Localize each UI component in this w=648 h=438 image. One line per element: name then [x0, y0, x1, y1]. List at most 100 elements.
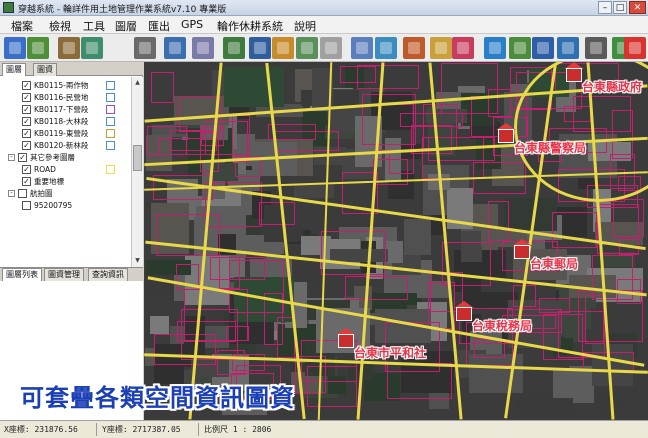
layer-checkbox[interactable]: ✓ [22, 141, 31, 150]
pan-icon[interactable] [320, 37, 342, 59]
person-icon[interactable] [484, 37, 506, 59]
tree-expander-icon[interactable]: - [8, 154, 15, 161]
layer-tree-item[interactable]: - ✓ 其它參考圖層 [0, 152, 131, 163]
layer-checkbox[interactable]: ✓ [22, 105, 31, 114]
building-icon [456, 307, 472, 321]
land-parcel[interactable] [387, 362, 452, 399]
box-icon[interactable] [58, 37, 80, 59]
land-parcel[interactable] [158, 138, 216, 155]
select-icon[interactable] [296, 37, 318, 59]
layer-tree-item[interactable]: 95200795 [0, 200, 131, 211]
scroll-down-icon[interactable]: ▼ [133, 256, 142, 265]
land-parcel[interactable] [229, 259, 284, 313]
layer-label: KB0118-大林段 [34, 117, 89, 126]
land-parcel[interactable] [307, 365, 357, 407]
land-parcel[interactable] [216, 350, 245, 376]
edit-icon[interactable] [430, 37, 452, 59]
menu-file[interactable]: 檔案 [11, 18, 33, 34]
close-button[interactable]: ✕ [629, 1, 646, 14]
layer-checkbox[interactable] [22, 201, 31, 210]
wand-icon[interactable] [403, 37, 425, 59]
network-icon[interactable] [192, 37, 214, 59]
info-icon[interactable] [557, 37, 579, 59]
layer-tree-item[interactable]: - 航拍圖 [0, 188, 131, 199]
tab-data-management[interactable]: 圖資管理 [44, 268, 84, 281]
layer-tree-item[interactable]: ✓ KB0119-東營段 [0, 128, 131, 139]
open-layer-icon[interactable] [4, 37, 26, 59]
tree-expander-icon[interactable]: - [8, 190, 15, 197]
maximize-button[interactable]: □ [613, 1, 627, 14]
layer-checkbox[interactable]: ✓ [22, 177, 31, 186]
tab-query-info[interactable]: 查詢資訊 [88, 268, 128, 281]
building-icon [566, 68, 582, 82]
aerial-tile [596, 395, 619, 410]
land-parcel[interactable] [474, 339, 506, 358]
layer-color-swatch[interactable] [106, 81, 115, 90]
menu-fallow-system[interactable]: 輪作休耕系統 [217, 18, 283, 34]
layer-panel-tabs: 圖層 圖資 [0, 62, 143, 76]
zoom-in-icon[interactable] [223, 37, 245, 59]
layer-color-swatch[interactable] [106, 93, 115, 102]
layer-checkbox[interactable]: ✓ [22, 117, 31, 126]
print-icon[interactable] [134, 37, 156, 59]
layer-tree-item[interactable]: ✓ KB0120-新林段 [0, 140, 131, 151]
chart-icon[interactable] [509, 37, 531, 59]
layer-color-swatch[interactable] [106, 129, 115, 138]
scroll-thumb[interactable] [133, 145, 142, 171]
scroll-up-icon[interactable]: ▲ [133, 78, 142, 87]
land-parcel[interactable] [577, 290, 643, 343]
tab-data[interactable]: 圖資 [33, 63, 57, 76]
green-area [224, 67, 284, 107]
zoom-rect-icon[interactable] [272, 37, 294, 59]
land-parcel[interactable] [488, 200, 510, 242]
land-parcel[interactable] [356, 65, 420, 89]
tab-layer-list[interactable]: 圖層列表 [2, 268, 42, 281]
land-parcel[interactable] [399, 112, 464, 127]
menu-gps[interactable]: GPS [181, 18, 203, 31]
land-parcel[interactable] [321, 230, 387, 276]
layer-checkbox[interactable]: ✓ [18, 153, 27, 162]
map-canvas[interactable]: 台東縣政府 台東縣警察局 台東郵局 台東稅務局 台東市平和社 [144, 62, 648, 420]
measure-icon[interactable] [375, 37, 397, 59]
toolbar [0, 34, 648, 62]
layer-tree-item[interactable]: ✓ KB0116-民營地 [0, 92, 131, 103]
menu-tools[interactable]: 工具 [83, 18, 105, 34]
menu-view[interactable]: 檢視 [49, 18, 71, 34]
layer-tree-item[interactable]: ✓ 重要地標 [0, 176, 131, 187]
tree-scrollbar[interactable]: ▲ ▼ [131, 77, 143, 267]
land-parcel[interactable] [177, 320, 236, 343]
table-icon[interactable] [532, 37, 554, 59]
map-icon[interactable] [27, 37, 49, 59]
identify-icon[interactable] [351, 37, 373, 59]
status-bar: X座標: 231876.56 Y座標: 2717387.05 比例尺 1 : 2… [0, 420, 648, 438]
layer-tree-item[interactable]: ✓ KB0118-大林段 [0, 116, 131, 127]
menu-layers[interactable]: 圖層 [115, 18, 137, 34]
layer-checkbox[interactable]: ✓ [22, 81, 31, 90]
layer-checkbox[interactable]: ✓ [22, 165, 31, 174]
layer-color-swatch[interactable] [106, 165, 115, 174]
zoom-out-icon[interactable] [249, 37, 271, 59]
layer-checkbox[interactable] [18, 189, 27, 198]
layer-tree-item[interactable]: ✓ ROAD [0, 164, 131, 175]
layer-color-swatch[interactable] [106, 117, 115, 126]
shp-icon[interactable] [585, 37, 607, 59]
grid-icon[interactable] [164, 37, 186, 59]
land-parcel[interactable] [538, 297, 570, 313]
exit-icon[interactable] [624, 37, 646, 59]
layer-color-swatch[interactable] [106, 141, 115, 150]
land-parcel[interactable] [150, 71, 175, 104]
layers-icon[interactable] [81, 37, 103, 59]
land-parcel[interactable] [232, 114, 251, 163]
layer-tree-item[interactable]: ✓ KB0115-兩作物 [0, 80, 131, 91]
layer-checkbox[interactable]: ✓ [22, 93, 31, 102]
menu-help[interactable]: 說明 [294, 18, 316, 34]
land-parcel[interactable] [259, 202, 296, 225]
tab-layers[interactable]: 圖層 [2, 63, 26, 76]
minimize-button[interactable]: – [598, 1, 612, 14]
land-parcel[interactable] [345, 275, 408, 300]
layer-tree-item[interactable]: ✓ KB0117-下營段 [0, 104, 131, 115]
circle-icon[interactable] [452, 37, 474, 59]
menu-export[interactable]: 匯出 [148, 18, 170, 34]
layer-checkbox[interactable]: ✓ [22, 129, 31, 138]
layer-color-swatch[interactable] [106, 105, 115, 114]
